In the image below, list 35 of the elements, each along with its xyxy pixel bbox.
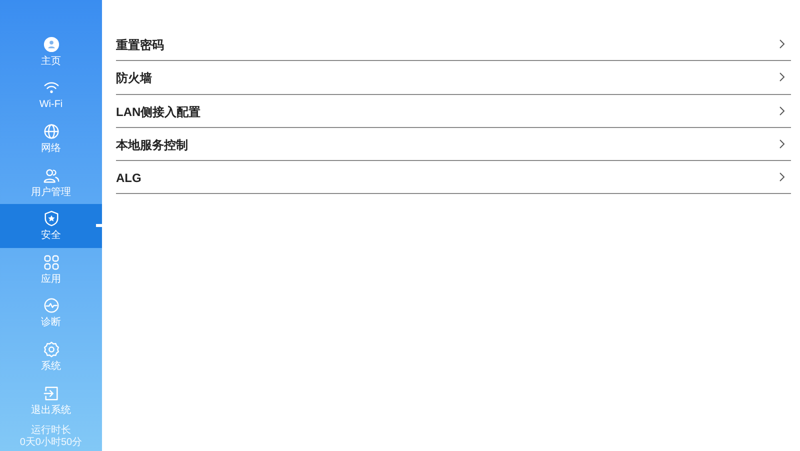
nav-item[interactable]: 网络 bbox=[0, 117, 102, 161]
gear-icon bbox=[42, 340, 60, 358]
nav-item[interactable]: 用户管理 bbox=[0, 160, 102, 204]
shield-icon bbox=[42, 210, 60, 228]
globe-icon bbox=[42, 122, 60, 140]
home-icon bbox=[42, 36, 60, 53]
chevron-icon bbox=[779, 172, 785, 182]
pointer-icon bbox=[96, 224, 102, 228]
nav-item[interactable]: 诊断 bbox=[0, 292, 102, 336]
users-icon bbox=[42, 166, 60, 184]
menu-label: 防火墙 bbox=[116, 70, 152, 88]
menu-label: LAN侧接入配置 bbox=[116, 104, 201, 121]
nav-item[interactable]: Wi-Fi bbox=[0, 74, 102, 118]
nav-item[interactable]: 系统 bbox=[0, 335, 102, 379]
uptime-value: 0天0小时50分 bbox=[20, 437, 82, 449]
grid-icon bbox=[42, 254, 60, 271]
nav-item[interactable]: 主页 bbox=[0, 30, 102, 74]
chevron-icon bbox=[779, 139, 785, 150]
nav-item[interactable]: 安全 bbox=[0, 204, 102, 248]
menu-row[interactable]: ALG bbox=[116, 161, 791, 194]
menu-label: 本地服务控制 bbox=[116, 137, 188, 154]
pulse-icon bbox=[42, 297, 60, 314]
menu-row[interactable]: 本地服务控制 bbox=[116, 128, 791, 162]
menu-row[interactable]: LAN侧接入配置 bbox=[116, 94, 791, 128]
menu-row[interactable]: 重置密码 bbox=[116, 28, 791, 62]
exit-icon bbox=[42, 384, 60, 402]
menu-row[interactable]: 防火墙 bbox=[116, 61, 791, 95]
menu-label: ALG bbox=[116, 170, 142, 188]
nav-item[interactable]: 应用 bbox=[0, 248, 102, 292]
uptime-label: 运行时长 bbox=[31, 425, 71, 436]
chevron-icon bbox=[779, 39, 785, 50]
chevron-icon bbox=[779, 72, 785, 82]
menu-label: 重置密码 bbox=[116, 37, 164, 54]
nav-item[interactable]: 退出系统 bbox=[0, 378, 102, 422]
chevron-icon bbox=[779, 106, 785, 116]
